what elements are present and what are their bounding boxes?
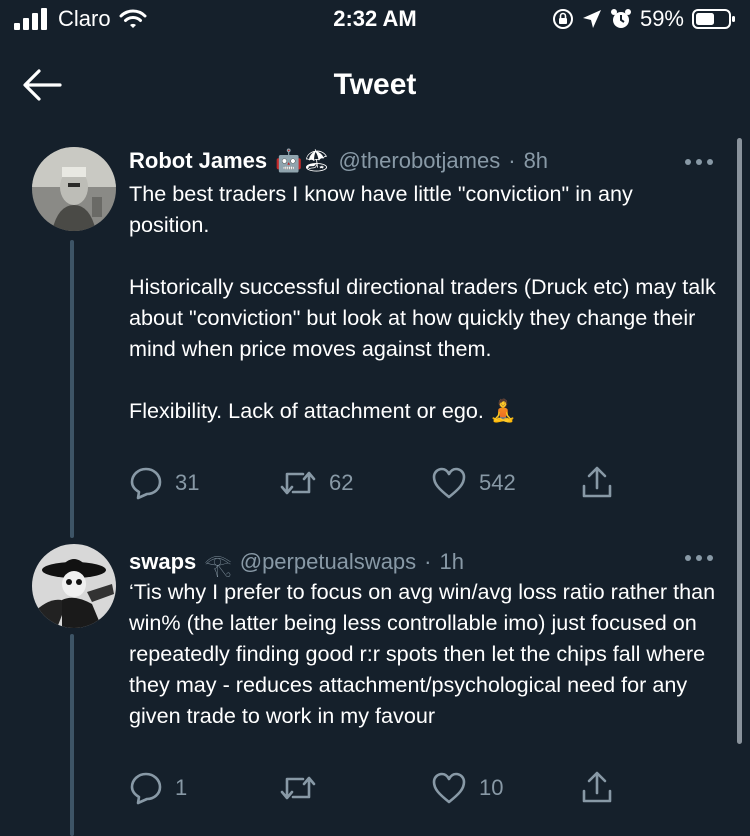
- timestamp[interactable]: 1h: [440, 549, 464, 575]
- rotation-lock-icon: [552, 9, 573, 29]
- reply-button[interactable]: 31: [129, 466, 199, 500]
- top-nav: Tweet: [0, 58, 750, 114]
- name-emoji: 𓂀: [204, 552, 232, 577]
- tweet-header: swaps 𓂀 @perpetualswaps · 1h: [129, 544, 464, 580]
- alarm-icon: [610, 9, 631, 28]
- thread-line: [70, 240, 74, 538]
- avatar[interactable]: [32, 147, 116, 231]
- battery-icon: [692, 9, 735, 29]
- thread-line: [70, 634, 74, 836]
- share-button[interactable]: [581, 771, 613, 805]
- more-horizontal-icon: [685, 159, 713, 165]
- status-right: 59%: [552, 6, 736, 32]
- page-title: Tweet: [333, 68, 417, 101]
- location-icon: [582, 10, 601, 28]
- scrollbar[interactable]: [737, 138, 742, 744]
- timestamp[interactable]: 8h: [524, 148, 548, 174]
- like-button[interactable]: 542: [431, 466, 516, 500]
- like-count: 542: [479, 470, 516, 495]
- dot-separator: ·: [508, 148, 516, 173]
- share-button[interactable]: [581, 466, 613, 500]
- tweet-header: Robot James 🤖🏖 @therobotjames · 8h: [129, 148, 548, 174]
- reply-icon: [130, 772, 162, 805]
- tweet-paragraph: Flexibility. Lack of attachment or ego. …: [129, 398, 517, 423]
- dot-separator: ·: [424, 549, 432, 574]
- retweet-button[interactable]: [279, 771, 329, 805]
- more-horizontal-icon: [685, 555, 713, 561]
- name-emoji: 🤖🏖: [275, 148, 331, 173]
- retweet-count: 62: [329, 470, 354, 495]
- more-button[interactable]: [684, 542, 714, 568]
- username[interactable]: @perpetualswaps: [240, 549, 416, 575]
- heart-icon: [432, 467, 466, 499]
- like-button[interactable]: 10: [431, 771, 503, 805]
- reply-button[interactable]: 1: [129, 771, 187, 805]
- reply-icon: [130, 467, 162, 500]
- more-button[interactable]: [684, 146, 714, 172]
- retweet-button[interactable]: 62: [279, 466, 353, 500]
- username[interactable]: @therobotjames: [338, 148, 500, 174]
- battery-percent: 59%: [639, 6, 684, 31]
- tweet-paragraph: ‘Tis why I prefer to focus on avg win/av…: [129, 579, 716, 728]
- reply-count: 31: [175, 470, 200, 495]
- tweet-paragraph: Historically successful directional trad…: [129, 274, 716, 361]
- tweet-text: ‘Tis why I prefer to focus on avg win/av…: [129, 576, 719, 731]
- share-icon: [582, 771, 612, 803]
- like-count: 10: [479, 775, 504, 800]
- heart-icon: [432, 772, 466, 804]
- avatar[interactable]: [32, 544, 116, 628]
- share-icon: [582, 466, 612, 498]
- tweet-actions: 1 10: [129, 771, 629, 811]
- status-bar: Claro 2:32 AM 59%: [0, 0, 750, 44]
- tweet-paragraph: The best traders I know have little "con…: [129, 181, 633, 237]
- retweet-icon: [280, 776, 316, 800]
- display-name[interactable]: swaps: [129, 549, 196, 575]
- tweet-actions: 31 62 542: [129, 466, 629, 506]
- reply-count: 1: [175, 775, 188, 800]
- tweet-text: The best traders I know have little "con…: [129, 178, 719, 426]
- retweet-icon: [280, 471, 316, 495]
- display-name[interactable]: Robot James: [129, 148, 267, 174]
